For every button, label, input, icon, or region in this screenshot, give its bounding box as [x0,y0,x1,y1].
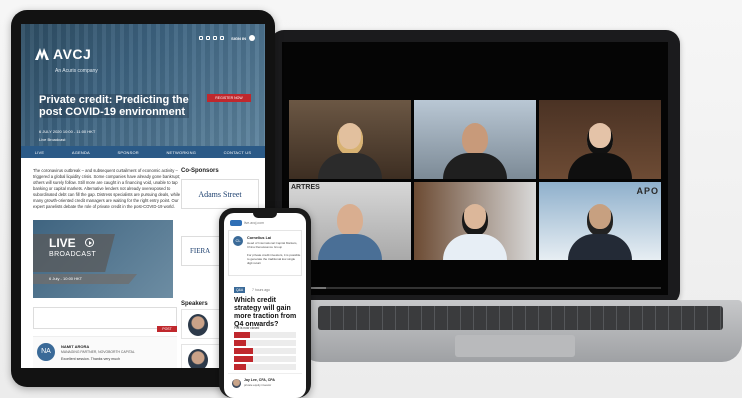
comment-author: Jay Lee, CFA, CPA [244,378,275,382]
comment-author-role: MANAGING PARTNER, NOVOBORTH CAPITAL [61,350,135,354]
sign-in-link[interactable]: SIGN IN [231,36,246,41]
comment-input[interactable] [33,307,177,329]
participant-avatar [318,122,382,179]
comment-author: NAMIT ARORA [61,344,90,349]
post-timestamp: 7 hours ago [252,288,270,292]
header-toolbar: SIGN IN [199,35,255,41]
poll-option [234,364,296,370]
poll-option-fill [234,340,247,346]
poll-option [234,332,296,338]
poll-option [234,348,296,354]
comment-item: Jay Lee, CFA, CPA private equity investo… [228,373,302,397]
poll-status: Poll is now closed [234,326,260,330]
poll-option-fill [234,332,250,338]
broadcast-time: 6 July - 10:00 HKT [33,274,137,284]
poll-option-fill [234,364,247,370]
social-icon[interactable] [206,36,211,40]
avatar [232,379,241,388]
participant-avatar [568,122,632,179]
video-tile-6[interactable]: APO [539,181,661,260]
tab-networking[interactable]: NETWORKING [166,150,196,155]
back-button[interactable] [230,220,242,226]
comment-text: Excellent session. Thanks very much [61,357,121,361]
laptop-keyboard [318,306,723,330]
event-hero: AVCJ An Acuris company SIGN IN Private c… [21,24,265,146]
phone-notch [253,213,277,218]
event-date: 6 JULY 2020 10:00 - 11:00 HKT [39,129,96,134]
brand-subtitle: An Acuris company [55,68,98,74]
speakers-heading: Speakers [181,301,208,307]
tab-sponsor[interactable]: SPONSOR [117,150,138,155]
participant-avatar [568,204,632,260]
play-icon[interactable] [85,238,94,247]
tab-live[interactable]: LIVE [35,150,44,155]
poll-option [234,356,296,362]
live-broadcast-player[interactable]: LIVE BROADCAST 6 July - 10:00 HKT [33,220,173,298]
speaker-avatar [188,314,208,336]
register-button[interactable]: REGISTER NOW [207,94,251,102]
participant-avatar [443,122,507,179]
cosponsors-heading: Co-Sponsors [181,168,219,174]
broadcast-label: BROADCAST [49,251,97,258]
background-logo-text: ARTRES [291,183,320,191]
poll-option-fill [234,356,253,362]
brand-mark-icon [35,48,49,60]
url-bar[interactable]: live.avcj.com [244,221,264,225]
brand-name: AVCJ [53,46,92,62]
post-button[interactable]: POST [157,326,177,332]
comment-author-role: private equity investor [244,383,272,387]
poll-question: Which credit strategy will gain more tra… [234,297,297,328]
video-call-grid: ARTRES APO [289,100,661,260]
poll-option [234,340,296,346]
quote-author: Cornelius Lai [247,236,272,240]
event-title: Private credit: Predicting the post COVI… [39,94,189,118]
speaker-avatar [188,349,208,368]
live-label: LIVE [49,236,76,250]
device-mockup-scene: ARTRES APO AVCJ An Acuris company SIGN I… [0,0,742,398]
video-tile-3[interactable] [539,100,661,179]
social-icon[interactable] [213,36,218,40]
qa-badge: Q&A [234,287,246,293]
background-logo-text: APO [636,185,659,196]
tab-agenda[interactable]: AGENDA [72,150,90,155]
brand-logo[interactable]: AVCJ [35,46,91,62]
comment-item: NA NAMIT ARORA MANAGING PARTNER, NOVOBOR… [33,336,177,368]
avatar: CL [233,236,243,246]
user-icon[interactable] [249,35,255,41]
participant-avatar [443,204,507,260]
video-tile-2[interactable] [414,100,536,179]
video-tile-5[interactable] [414,181,536,260]
video-tile-1[interactable] [289,100,411,179]
laptop-trackpad [455,335,575,357]
quote-text: For private credit investors, it is poss… [247,253,301,265]
quote-card: CL Cornelius Lai Head of International C… [228,230,302,276]
event-description: The coronavirus outbreak – and subsequen… [33,168,181,209]
poll-results [234,332,296,372]
avatar: NA [37,343,55,361]
quote-author-role: Head of International Capital Markets, C… [247,241,298,249]
poll-option-fill [234,348,253,354]
video-progress-bar[interactable] [289,285,661,291]
social-icon[interactable] [220,36,225,40]
participant-avatar [318,204,382,260]
phone-screen: live.avcj.com CL Cornelius Lai Head of I… [224,213,306,398]
event-nav-tabs: LIVE AGENDA SPONSOR NETWORKING CONTACT U… [21,146,265,158]
tab-contact-us[interactable]: CONTACT US [224,150,252,155]
event-format: Live Broadcast [39,137,66,142]
social-icon[interactable] [199,36,204,40]
sponsor-logo-adams-street[interactable]: Adams Street [181,179,259,209]
